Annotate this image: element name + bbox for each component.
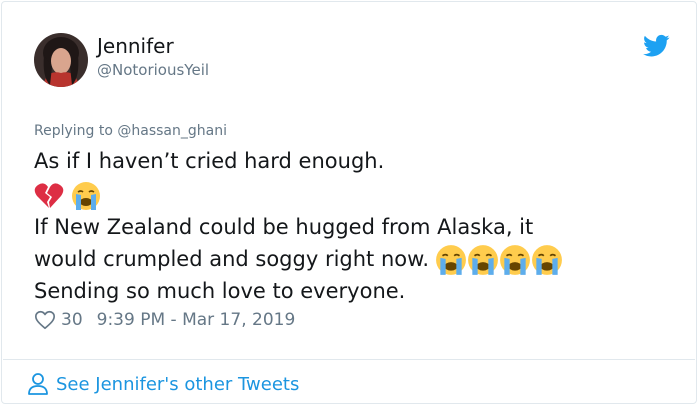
tweet-line: Sending so much love to everyone. xyxy=(34,279,406,303)
replying-to-mention[interactable]: @hassan_ghani xyxy=(117,123,227,139)
tweet-line: As if I haven’t cried hard enough. xyxy=(34,149,385,173)
crying-face-icon xyxy=(468,245,498,275)
author-name[interactable]: Jennifer xyxy=(97,34,174,58)
tweet-line: would crumpled and soggy right now. xyxy=(34,247,430,271)
broken-heart-icon xyxy=(34,183,64,208)
twitter-bird-icon[interactable] xyxy=(643,34,670,58)
tweet-text: As if I haven’t cried hard enough. If Ne… xyxy=(34,145,674,307)
emoji-line xyxy=(34,177,674,211)
avatar[interactable] xyxy=(34,33,88,87)
tweet-meta: 30 9:39 PM - Mar 17, 2019 xyxy=(34,309,295,331)
like-heart-icon[interactable] xyxy=(34,309,56,331)
replying-prefix: Replying to xyxy=(34,123,118,139)
see-other-tweets-link[interactable]: See Jennifer's other Tweets xyxy=(27,372,299,396)
avatar-image xyxy=(34,33,88,87)
tweet-line-with-emojis: would crumpled and soggy right now. xyxy=(34,243,674,275)
divider xyxy=(3,359,695,360)
person-icon xyxy=(28,373,48,395)
tweet-timestamp[interactable]: 9:39 PM - Mar 17, 2019 xyxy=(97,310,296,330)
crying-face-icon xyxy=(500,245,530,275)
replying-to: Replying to @hassan_ghani xyxy=(34,123,227,139)
see-other-tweets-label[interactable]: See Jennifer's other Tweets xyxy=(56,374,299,395)
crying-face-icon xyxy=(532,245,562,275)
crying-face-icon xyxy=(71,182,100,210)
author-handle[interactable]: @NotoriousYeil xyxy=(97,61,209,79)
like-count[interactable]: 30 xyxy=(61,310,83,330)
tweet-card: Jennifer @NotoriousYeil Replying to @has… xyxy=(1,1,697,404)
tweet-line: If New Zealand could be hugged from Alas… xyxy=(34,215,534,239)
crying-face-icon xyxy=(436,245,466,275)
